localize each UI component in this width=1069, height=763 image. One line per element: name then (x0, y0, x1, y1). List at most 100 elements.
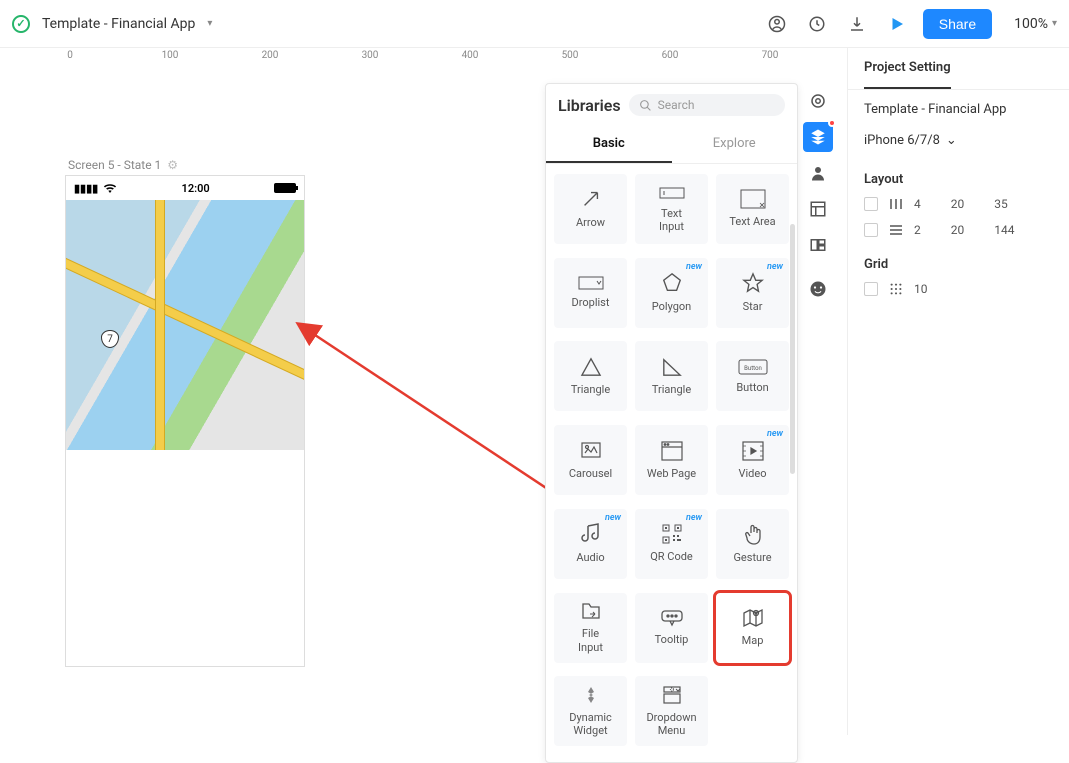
tab-basic[interactable]: Basic (546, 126, 672, 163)
grid-icon (888, 282, 904, 296)
lib-item-dynamic-widget[interactable]: DynamicWidget (554, 676, 627, 746)
lib-item-text-area[interactable]: Text Area (716, 174, 789, 244)
device-selector[interactable]: iPhone 6/7/8 ⌄ (864, 133, 1053, 148)
libraries-panel: Libraries Search Basic Explore Arrow Text… (545, 83, 798, 763)
new-badge: new (605, 513, 621, 523)
qr-code-icon (662, 524, 682, 544)
lib-item-label: Triangle (652, 383, 691, 396)
library-grid: Arrow TextInput Text Area Droplist new Polygo… (546, 164, 797, 762)
lib-item-audio[interactable]: newAudio (554, 509, 627, 579)
user-icon[interactable] (803, 158, 833, 188)
zoom-value: 100% (1014, 16, 1048, 32)
library-search[interactable]: Search (629, 94, 785, 116)
play-icon[interactable] (883, 10, 911, 38)
layout-val: 20 (951, 223, 965, 237)
library-tabs: Basic Explore (546, 126, 797, 164)
lib-item-label: DynamicWidget (569, 711, 612, 737)
checkbox[interactable] (864, 282, 878, 296)
web-page-icon (661, 441, 683, 461)
grid-row[interactable]: 10 (864, 282, 1053, 296)
app-logo-icon: ✓ (12, 15, 30, 33)
search-placeholder: Search (658, 98, 695, 112)
layout-row-rows[interactable]: 2 20 144 (864, 223, 1053, 237)
arrow-icon (580, 188, 602, 210)
lib-item-polygon[interactable]: new Polygon (635, 258, 708, 328)
text-input-icon (659, 185, 685, 201)
history-icon[interactable] (803, 10, 831, 38)
project-title[interactable]: Template - Financial App (42, 16, 195, 32)
zoom-caret-icon: ▾ (1052, 18, 1057, 29)
lib-item-label: Star (743, 300, 763, 313)
target-icon[interactable] (803, 86, 833, 116)
lib-item-label: Button (736, 381, 768, 394)
layout-row-columns[interactable]: 4 20 35 (864, 197, 1053, 211)
map-component[interactable]: 7 (66, 200, 304, 450)
lib-item-droplist[interactable]: Droplist (554, 258, 627, 328)
emoji-icon[interactable] (803, 274, 833, 304)
gear-icon[interactable]: ⚙ (167, 158, 178, 172)
checkbox[interactable] (864, 223, 878, 237)
work-area: 0 100 200 300 400 500 600 700 Screen 5 -… (0, 48, 1069, 735)
new-badge: new (686, 262, 702, 272)
top-bar: ✓ Template - Financial App ▾ Share 100% … (0, 0, 1069, 48)
ruler-tick: 600 (662, 50, 679, 61)
lib-item-dropdown-menu[interactable]: DropdownMenu (635, 676, 708, 746)
checkbox[interactable] (864, 197, 878, 211)
lib-item-text-input[interactable]: TextInput (635, 174, 708, 244)
download-icon[interactable] (843, 10, 871, 38)
layout-val: 20 (951, 197, 965, 211)
layout-val: 144 (994, 223, 1014, 237)
lib-item-label: Map (742, 634, 764, 647)
lib-item-button[interactable]: ButtonButton (716, 341, 789, 411)
canvas-area[interactable]: 0 100 200 300 400 500 600 700 Screen 5 -… (0, 48, 847, 735)
signal-icon: ▮▮▮▮ (74, 182, 98, 195)
project-name-label: Template - Financial App (864, 102, 1053, 117)
components-icon[interactable] (803, 122, 833, 152)
status-time: 12:00 (182, 182, 210, 195)
lib-item-star[interactable]: newStar (716, 258, 789, 328)
device-frame[interactable]: ▮▮▮▮ 12:00 7 (66, 176, 304, 666)
tab-project-setting[interactable]: Project Setting (864, 48, 951, 89)
lib-item-video[interactable]: newVideo (716, 425, 789, 495)
lib-item-tooltip[interactable]: Tooltip (635, 593, 708, 663)
layout-section-label: Layout (864, 172, 1053, 187)
share-button[interactable]: Share (923, 9, 992, 39)
screen-label[interactable]: Screen 5 - State 1 ⚙ (68, 158, 178, 172)
device-name: iPhone 6/7/8 (864, 133, 940, 148)
droplist-icon (578, 276, 604, 290)
lib-item-triangle-right[interactable]: Triangle (635, 341, 708, 411)
lib-item-label: TextInput (659, 207, 684, 233)
lib-item-qr-code[interactable]: newQR Code (635, 509, 708, 579)
lib-item-web-page[interactable]: Web Page (635, 425, 708, 495)
gesture-icon (744, 523, 762, 545)
columns-icon (888, 197, 904, 211)
polygon-icon (661, 272, 683, 294)
layout-val: 2 (914, 223, 921, 237)
libraries-title: Libraries (558, 96, 621, 115)
dynamic-widget-icon (581, 685, 601, 705)
ruler-tick: 400 (462, 50, 479, 61)
lib-item-label: Gesture (733, 551, 771, 564)
lib-item-map[interactable]: Map (716, 593, 789, 663)
tab-explore[interactable]: Explore (672, 126, 798, 163)
lib-item-carousel[interactable]: Carousel (554, 425, 627, 495)
account-icon[interactable] (763, 10, 791, 38)
lib-item-triangle[interactable]: Triangle (554, 341, 627, 411)
layout-icon[interactable] (803, 194, 833, 224)
library-scrollbar[interactable] (790, 224, 795, 474)
lib-item-label: Polygon (652, 300, 691, 313)
lib-item-gesture[interactable]: Gesture (716, 509, 789, 579)
zoom-control[interactable]: 100% ▾ (1014, 16, 1057, 32)
panels-icon[interactable] (803, 230, 833, 260)
lib-item-label: Arrow (576, 216, 605, 229)
grid-value: 10 (914, 282, 928, 296)
screen-name: Screen 5 - State 1 (68, 158, 161, 172)
ruler-tick: 500 (562, 50, 579, 61)
video-icon (742, 441, 764, 461)
lib-item-file-input[interactable]: FileInput (554, 593, 627, 663)
star-icon (742, 272, 764, 294)
project-dropdown-caret-icon[interactable]: ▾ (207, 18, 212, 29)
new-badge: new (767, 429, 783, 439)
ruler-tick: 100 (162, 50, 179, 61)
lib-item-arrow[interactable]: Arrow (554, 174, 627, 244)
